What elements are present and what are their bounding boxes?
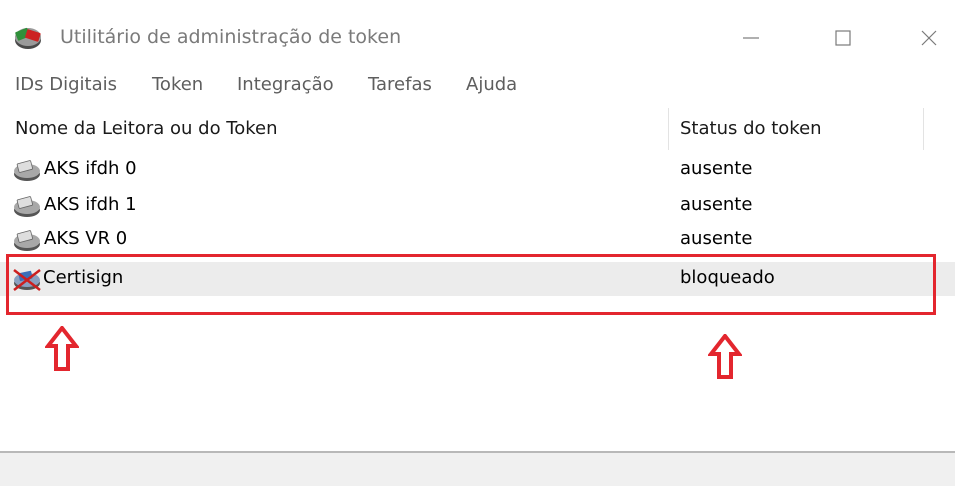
token-status: ausente (680, 228, 753, 249)
app-token-icon (15, 27, 41, 49)
maximize-icon (835, 30, 851, 46)
close-icon (921, 30, 937, 46)
list-item[interactable]: AKS ifdh 0 ausente (0, 153, 955, 187)
token-status: ausente (680, 158, 753, 179)
maximize-button[interactable] (820, 20, 866, 56)
reader-name: AKS ifdh 1 (44, 194, 137, 215)
card-reader-icon (14, 160, 40, 181)
minimize-icon (743, 37, 759, 39)
up-arrow-icon (45, 326, 79, 371)
close-button[interactable] (906, 20, 952, 56)
window-title: Utilitário de administração de token (60, 26, 402, 48)
up-arrow-icon (708, 334, 742, 379)
column-divider[interactable] (668, 108, 669, 150)
card-reader-icon (14, 196, 40, 217)
menu-bar: IDs Digitais Token Integração Tarefas Aj… (0, 72, 955, 104)
minimize-button[interactable] (728, 20, 774, 56)
title-bar[interactable]: Utilitário de administração de token (0, 0, 955, 72)
column-header-status[interactable]: Status do token (680, 118, 822, 139)
list-item[interactable]: AKS ifdh 1 ausente (0, 189, 955, 223)
list-header: Nome da Leitora ou do Token Status do to… (0, 104, 955, 152)
list-item[interactable]: AKS VR 0 ausente (0, 223, 955, 257)
reader-name: AKS VR 0 (44, 228, 128, 249)
column-header-name[interactable]: Nome da Leitora ou do Token (15, 118, 278, 139)
token-admin-window: Utilitário de administração de token IDs… (0, 0, 955, 486)
card-reader-icon (14, 230, 40, 251)
menu-tarefas[interactable]: Tarefas (368, 74, 432, 95)
reader-name: AKS ifdh 0 (44, 158, 137, 179)
token-status: ausente (680, 194, 753, 215)
menu-ajuda[interactable]: Ajuda (466, 74, 517, 95)
menu-ids-digitais[interactable]: IDs Digitais (15, 74, 117, 95)
menu-token[interactable]: Token (152, 74, 203, 95)
column-divider[interactable] (923, 108, 924, 150)
highlight-box (6, 254, 936, 315)
status-bar (0, 453, 955, 486)
menu-integracao[interactable]: Integração (237, 74, 334, 95)
